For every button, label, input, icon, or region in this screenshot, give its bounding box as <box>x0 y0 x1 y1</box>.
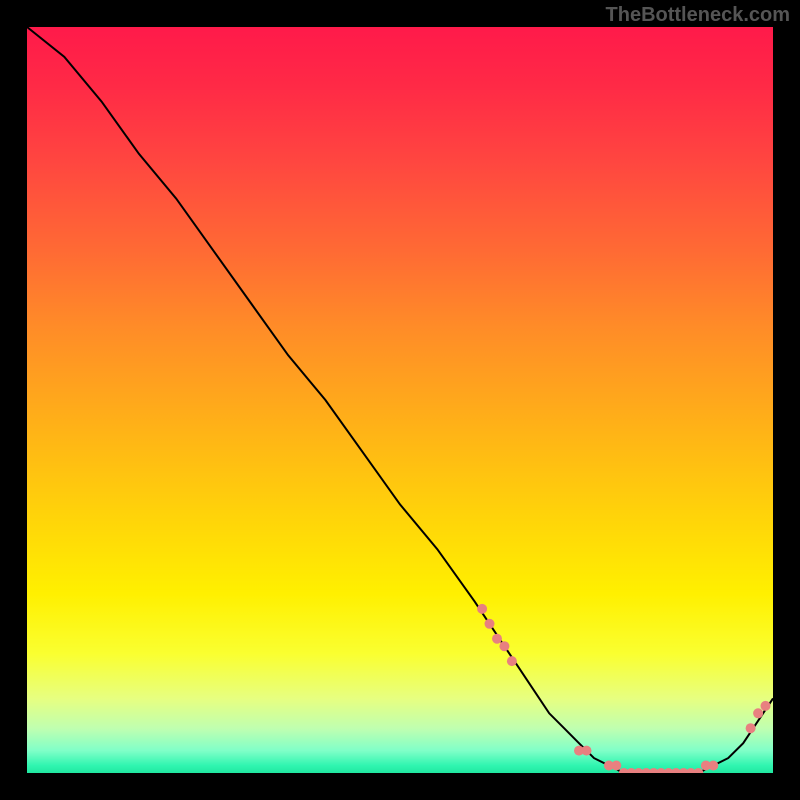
data-marker <box>485 619 495 629</box>
data-marker <box>507 656 517 666</box>
data-markers <box>477 604 770 773</box>
chart-svg <box>27 27 773 773</box>
watermark-text: TheBottleneck.com <box>606 4 790 27</box>
data-marker <box>761 701 771 711</box>
data-marker <box>753 708 763 718</box>
data-marker <box>582 746 592 756</box>
plot-area <box>27 27 773 773</box>
data-marker <box>611 761 621 771</box>
data-marker <box>499 641 509 651</box>
data-marker <box>477 604 487 614</box>
data-marker <box>708 761 718 771</box>
data-marker <box>746 723 756 733</box>
data-line <box>27 27 773 773</box>
chart-container: TheBottleneck.com <box>0 0 800 800</box>
data-marker <box>492 634 502 644</box>
data-marker <box>693 768 703 773</box>
